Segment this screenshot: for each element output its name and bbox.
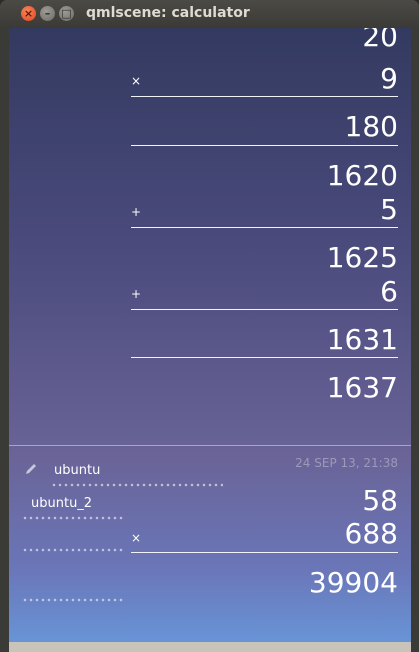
- title-bar[interactable]: × – □ qmlscene: calculator: [0, 0, 419, 28]
- pencil-icon[interactable]: [24, 462, 38, 476]
- result-divider: [131, 309, 398, 310]
- label-underline: [51, 483, 223, 487]
- operand-label[interactable]: ubuntu_2: [31, 496, 92, 511]
- label-underline[interactable]: [22, 548, 124, 552]
- partial-value: 20: [362, 28, 398, 53]
- window-bottom-border: [9, 642, 411, 652]
- calculation-title-label[interactable]: ubuntu: [54, 463, 100, 478]
- operand-value: 688: [344, 517, 398, 550]
- result-divider: [131, 357, 398, 358]
- maximize-icon[interactable]: □: [59, 6, 74, 21]
- result-value: 39904: [308, 566, 398, 599]
- result-divider: [131, 552, 398, 553]
- current-value: 1637: [326, 371, 398, 404]
- history-separator: [9, 445, 411, 446]
- label-underline[interactable]: [22, 598, 124, 602]
- result-divider: [131, 145, 398, 146]
- minimize-icon[interactable]: –: [40, 6, 55, 21]
- label-underline: [22, 516, 124, 520]
- calculator-tape[interactable]: 20 × 9 180 1620 + 5 1625 + 6 1631 1637 u…: [9, 28, 411, 642]
- result-value: 1625: [326, 241, 398, 274]
- result-divider: [131, 227, 398, 228]
- result-divider: [131, 96, 398, 97]
- result-value: 1620: [326, 159, 398, 192]
- close-icon[interactable]: ×: [21, 6, 36, 21]
- operator-plus: +: [131, 205, 142, 219]
- operand-value: 5: [380, 193, 398, 226]
- operator-multiply: ×: [131, 74, 142, 88]
- operand-value: 9: [380, 62, 398, 95]
- operand-value: 58: [362, 484, 398, 517]
- operator-multiply: ×: [131, 531, 142, 545]
- history-date: 24 SEP 13, 21:38: [295, 456, 398, 470]
- operator-plus: +: [131, 287, 142, 301]
- window-title: qmlscene: calculator: [86, 5, 250, 21]
- operand-value: 6: [380, 275, 398, 308]
- result-value: 1631: [326, 323, 398, 356]
- app-window: × – □ qmlscene: calculator 20 × 9 180 16…: [0, 0, 419, 652]
- result-value: 180: [344, 110, 398, 143]
